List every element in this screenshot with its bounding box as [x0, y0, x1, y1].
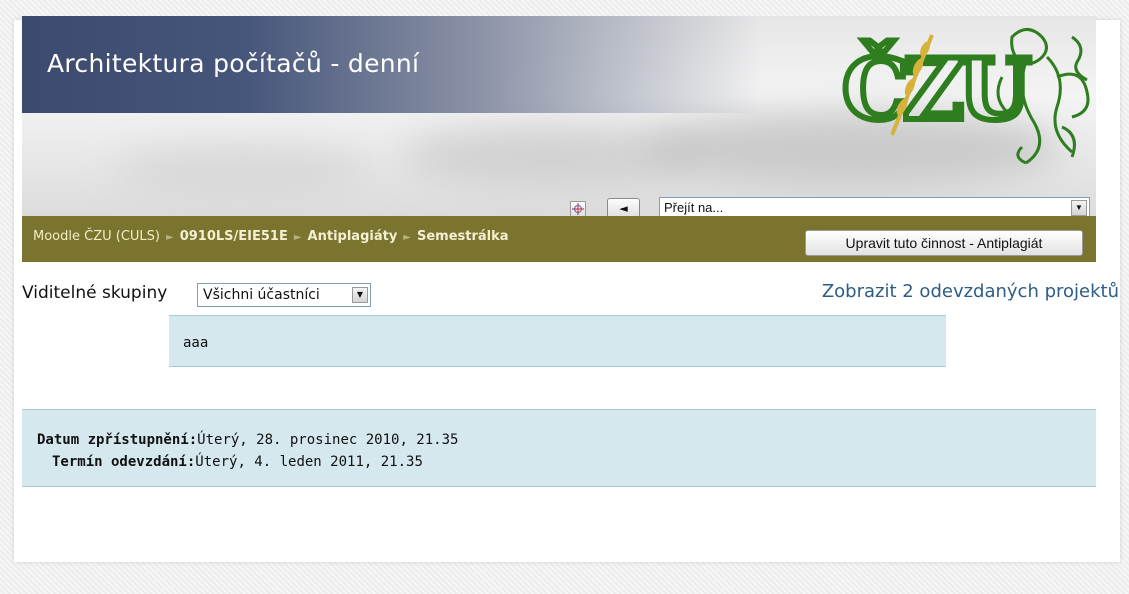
jump-to-select[interactable]: Přejít na... ▼ [659, 197, 1090, 216]
breadcrumb-item-course[interactable]: 0910LS/EIE51E [180, 229, 288, 244]
breadcrumb: Moodle ČZU (CULS) ► 0910LS/EIE51E ► Antiplag… [33, 229, 509, 244]
available-date-row: Datum zpřístupnění:Úterý, 28. prosinec 2… [37, 432, 458, 448]
due-date-label: Termín odevzdání: [52, 454, 196, 470]
view-submissions-link[interactable]: Zobrazit 2 odevzdaných projektů [822, 281, 1119, 302]
intro-box: aaa [169, 315, 946, 367]
breadcrumb-item-module[interactable]: Antiplagiáty [308, 229, 398, 244]
due-date-value: Úterý, 4. leden 2011, 21.35 [195, 454, 423, 470]
chevron-down-icon: ▼ [352, 287, 368, 303]
help-icon[interactable] [570, 201, 586, 216]
edit-activity-button[interactable]: Upravit tuto činnost - Antiplagiát [805, 230, 1083, 256]
svg-text:ČZU: ČZU [842, 40, 1030, 139]
dates-box: Datum zpřístupnění:Úterý, 28. prosinec 2… [22, 409, 1096, 487]
visible-groups-select[interactable]: Všichni účastníci ▼ [197, 283, 371, 307]
available-date-label: Datum zpřístupnění: [37, 432, 198, 448]
breadcrumb-bar: Moodle ČZU (CULS) ► 0910LS/EIE51E ► Antiplag… [22, 216, 1096, 262]
due-date-row: Termín odevzdání:Úterý, 4. leden 2011, 2… [52, 454, 423, 470]
visible-groups-value: Všichni účastníci [203, 287, 320, 303]
czu-logo: ČZU [839, 28, 1090, 165]
course-header: Architektura počítačů - denní ČZU ◄ Přej… [22, 16, 1096, 216]
intro-text: aaa [183, 335, 209, 351]
breadcrumb-separator-icon: ► [403, 232, 411, 243]
breadcrumb-item-current: Semestrálka [417, 229, 509, 244]
chevron-down-icon: ▼ [1071, 200, 1087, 216]
breadcrumb-separator-icon: ► [293, 232, 302, 243]
course-title: Architektura počítačů - denní [47, 49, 420, 78]
available-date-value: Úterý, 28. prosinec 2010, 21.35 [197, 432, 459, 448]
jump-to-value: Přejít na... [664, 200, 724, 215]
breadcrumb-separator-icon: ► [165, 232, 174, 243]
previous-activity-button[interactable]: ◄ [607, 198, 640, 216]
breadcrumb-item-site[interactable]: Moodle ČZU (CULS) [33, 229, 160, 244]
visible-groups-label: Viditelné skupiny [22, 283, 168, 303]
